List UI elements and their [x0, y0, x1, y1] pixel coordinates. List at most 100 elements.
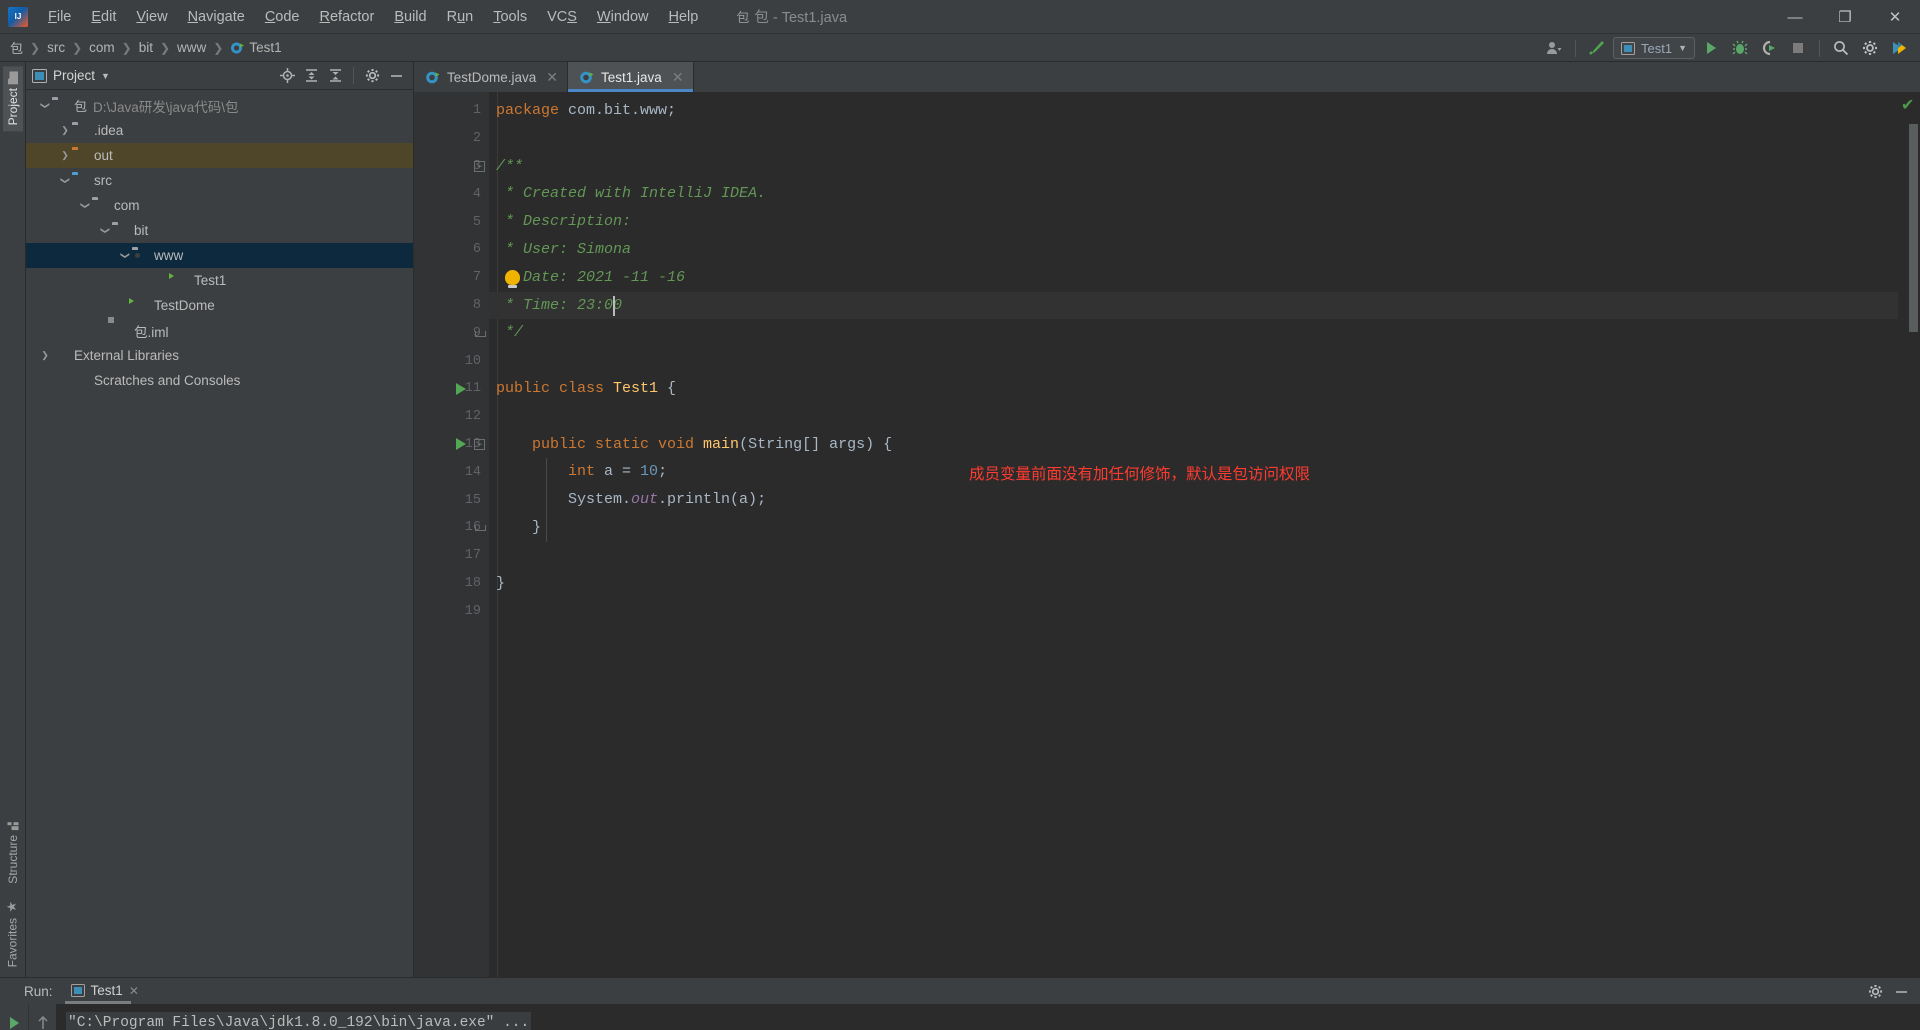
chevron-down-icon[interactable]: ▼: [101, 71, 110, 81]
gutter-fold-line-3[interactable]: −: [414, 153, 489, 181]
application-config-icon: [1621, 41, 1635, 55]
code-content[interactable]: package com.bit.www; /** * Created with I…: [489, 92, 1898, 977]
maximize-button[interactable]: ❐: [1820, 0, 1870, 34]
run-tab-test1[interactable]: Test1 ✕: [64, 980, 145, 1004]
gutter-run-marker-line-11[interactable]: [414, 375, 489, 403]
tree-item-out[interactable]: ❯ out: [26, 143, 413, 168]
editor-tab-testdome-java[interactable]: TestDome.java ✕: [414, 62, 569, 92]
menu-vcs[interactable]: VCS: [537, 5, 587, 29]
chevron-down-icon[interactable]: ❯: [80, 199, 91, 213]
menu-window[interactable]: Window: [587, 5, 659, 29]
tool-tab-project[interactable]: Project: [2, 66, 23, 132]
breadcrumb-separator: ❯: [72, 40, 83, 55]
line-number-17: 17: [464, 548, 481, 564]
menu-refactor[interactable]: Refactor: [310, 5, 385, 29]
chevron-down-icon[interactable]: ❯: [120, 249, 131, 263]
breadcrumb-src[interactable]: src: [47, 40, 65, 55]
close-icon[interactable]: ✕: [546, 69, 558, 86]
tool-tab-structure[interactable]: Structure: [3, 813, 23, 890]
menu-edit[interactable]: Edit: [81, 5, 126, 29]
fold-end-icon[interactable]: [474, 328, 486, 339]
up-arrow-icon[interactable]: [32, 1012, 54, 1030]
tree-item-www[interactable]: ❯ www: [26, 243, 413, 268]
tree-item-label: D:\Java研发\java代码\包: [93, 99, 239, 115]
breadcrumb-www[interactable]: www: [177, 40, 206, 55]
run-play-icon[interactable]: [1698, 36, 1724, 60]
tree-item-test1[interactable]: Test1: [26, 268, 413, 293]
run-configuration-selector[interactable]: Test1 ▼: [1613, 37, 1695, 59]
tree-item-bit[interactable]: ❯ bit: [26, 218, 413, 243]
gear-icon[interactable]: [1864, 980, 1886, 1002]
breadcrumb-bit[interactable]: bit: [139, 40, 153, 55]
fold-end-icon[interactable]: [474, 522, 486, 533]
run-with-coverage-icon[interactable]: [1756, 36, 1782, 60]
line-number-7: 7: [472, 270, 481, 286]
project-tool-window: Project ▼ ❯ 包 D:\Java研发\java代码\包 ❯ .idea…: [26, 62, 414, 977]
close-button[interactable]: ✕: [1870, 0, 1920, 34]
project-tree[interactable]: ❯ 包 D:\Java研发\java代码\包 ❯ .idea ❯ out ❯ src ❯ com ❯ b…: [26, 90, 413, 977]
tree-item-external-libraries[interactable]: ❯ External Libraries: [26, 343, 413, 368]
hide-icon[interactable]: [1890, 980, 1912, 1002]
breadcrumb-Test1[interactable]: Test1: [230, 40, 282, 55]
stop-icon[interactable]: [1785, 36, 1811, 60]
chevron-right-icon[interactable]: ❯: [38, 350, 52, 361]
editor-marker-bar[interactable]: ✔: [1898, 92, 1920, 977]
console-output[interactable]: "C:\Program Files\Java\jdk1.8.0_192\bin\…: [56, 1004, 1920, 1030]
menu-view[interactable]: View: [126, 5, 177, 29]
close-icon[interactable]: ✕: [129, 984, 139, 998]
build-hammer-icon[interactable]: [1584, 36, 1610, 60]
gear-icon[interactable]: [1857, 36, 1883, 60]
tree-item-d--java研发-java代码-包[interactable]: ❯ 包 D:\Java研发\java代码\包: [26, 93, 413, 118]
menu-run[interactable]: Run: [437, 5, 484, 29]
rerun-icon[interactable]: [3, 1012, 25, 1030]
menu-file[interactable]: File: [38, 5, 81, 29]
green-check-icon[interactable]: ✔: [1901, 98, 1915, 114]
hide-icon[interactable]: [385, 65, 407, 87]
window-controls: — ❐ ✕: [1770, 0, 1920, 34]
tree-item-label: TestDome: [154, 298, 215, 313]
fold-collapse-icon[interactable]: −: [474, 438, 485, 450]
menu-navigate[interactable]: Navigate: [178, 5, 255, 29]
chevron-down-icon[interactable]: ❯: [100, 224, 111, 238]
editor-gutter[interactable]: 1 2 3 4 5 6 7 8 9 10 11 12 13 14 15 16 17 18 19 − −: [414, 92, 489, 977]
tree-item-com[interactable]: ❯ com: [26, 193, 413, 218]
gutter-fold-line-13[interactable]: −: [414, 431, 489, 459]
breadcrumb-com[interactable]: com: [89, 40, 115, 55]
tree-item-src[interactable]: ❯ src: [26, 168, 413, 193]
close-icon[interactable]: ✕: [672, 69, 684, 86]
package-folder-icon: [112, 223, 129, 238]
tree-item-.idea[interactable]: ❯ .idea: [26, 118, 413, 143]
search-everywhere-icon[interactable]: [1828, 36, 1854, 60]
chevron-right-icon[interactable]: ❯: [58, 125, 72, 136]
editor-scrollbar-thumb[interactable]: [1909, 124, 1918, 332]
debug-bug-icon[interactable]: [1727, 36, 1753, 60]
chevron-down-icon[interactable]: ❯: [40, 99, 51, 113]
user-account-icon[interactable]: [1541, 36, 1567, 60]
fold-collapse-icon[interactable]: −: [474, 160, 485, 172]
tree-item-包.iml[interactable]: 包.iml: [26, 318, 413, 343]
line-number-10: 10: [464, 353, 481, 369]
menu-build[interactable]: Build: [384, 5, 436, 29]
editor-tab-test1-java[interactable]: Test1.java ✕: [568, 62, 694, 92]
lightbulb-intention-icon[interactable]: [505, 269, 521, 288]
menu-help[interactable]: Help: [658, 5, 708, 29]
menu-tools[interactable]: Tools: [483, 5, 537, 29]
breadcrumb-root[interactable]: 包: [10, 38, 23, 57]
collapse-all-icon[interactable]: [324, 65, 346, 87]
expand-all-icon[interactable]: [300, 65, 322, 87]
tree-item-testdome[interactable]: TestDome: [26, 293, 413, 318]
chevron-down-icon[interactable]: ❯: [60, 174, 71, 188]
menu-code[interactable]: Code: [255, 5, 310, 29]
code-editor[interactable]: 1 2 3 4 5 6 7 8 9 10 11 12 13 14 15 16 17 18 19 − − package…: [414, 92, 1920, 977]
gutter-fold-line-9[interactable]: [414, 319, 489, 347]
chevron-right-icon[interactable]: ❯: [58, 150, 72, 161]
code-line-5: * Description:: [496, 213, 632, 231]
toolbox-icon[interactable]: [1886, 36, 1912, 60]
tool-tab-favorites[interactable]: Favorites ★: [2, 892, 23, 973]
minimize-button[interactable]: —: [1770, 0, 1820, 34]
tree-item-scratches-and-consoles[interactable]: Scratches and Consoles: [26, 368, 413, 393]
gear-icon[interactable]: [361, 65, 383, 87]
run-play-icon[interactable]: [456, 382, 466, 395]
gutter-fold-line-16[interactable]: [414, 514, 489, 542]
locate-icon[interactable]: [276, 65, 298, 87]
